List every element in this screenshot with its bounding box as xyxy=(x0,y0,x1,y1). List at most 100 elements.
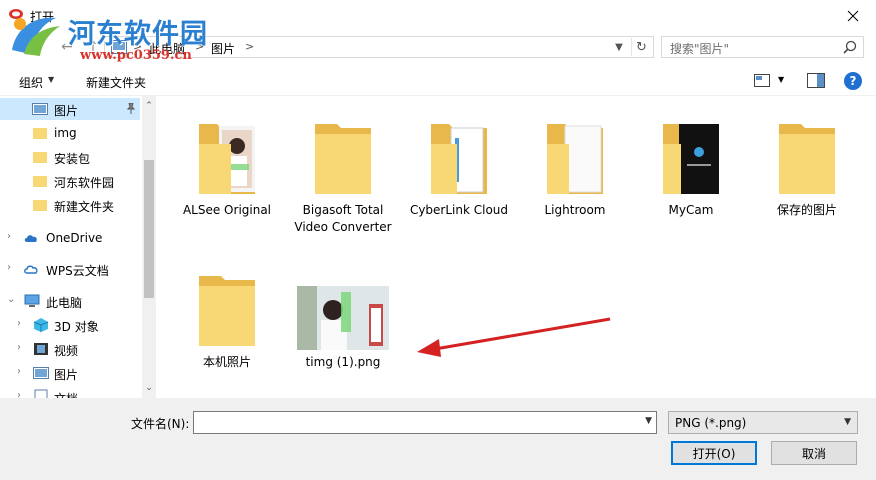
address-bar[interactable]: > 此电脑 > 图片 > ▼ ↻ xyxy=(104,36,654,58)
up-button[interactable]: ↑ xyxy=(84,37,102,57)
file-name: 保存的图片 xyxy=(776,203,837,217)
filetype-select[interactable]: PNG (*.png) ▼ xyxy=(668,411,858,434)
title-bar: 打开 xyxy=(0,0,876,32)
file-list: ALSee Original Bigasoft Total Video Conv… xyxy=(157,96,876,398)
sidebar-item-installers[interactable]: 安装包 xyxy=(0,146,140,168)
address-dropdown-button[interactable]: ▼ xyxy=(611,39,627,55)
breadcrumb-separator: > xyxy=(133,40,143,53)
open-button[interactable]: 打开(O) xyxy=(671,441,757,465)
search-icon xyxy=(843,40,857,54)
chevron-right-icon[interactable]: › xyxy=(17,318,21,329)
folder-icon xyxy=(33,152,47,163)
sidebar-item-onedrive[interactable]: › OneDrive xyxy=(0,227,140,249)
file-name: MyCam xyxy=(668,203,714,217)
sidebar-item-label: 新建文件夹 xyxy=(54,200,115,214)
view-caret-icon[interactable]: ▼ xyxy=(778,75,784,84)
chevron-right-icon[interactable]: › xyxy=(17,342,21,353)
breadcrumb-pictures[interactable]: 图片 xyxy=(211,40,235,57)
file-name: timg (1).png xyxy=(305,355,381,369)
preview-pane-icon[interactable] xyxy=(807,73,825,88)
chevron-right-icon[interactable]: › xyxy=(7,262,11,273)
breadcrumb-separator: > xyxy=(195,40,205,53)
folder-icon xyxy=(33,176,47,187)
scroll-thumb[interactable] xyxy=(144,160,154,298)
refresh-icon: ↻ xyxy=(636,39,647,55)
help-button[interactable]: ? xyxy=(844,72,862,90)
help-icon: ? xyxy=(849,74,857,88)
scroll-up-button[interactable]: ⌃ xyxy=(142,99,156,113)
documents-icon xyxy=(34,389,48,398)
sidebar-item-label: 图片 xyxy=(54,104,79,118)
sidebar-item-label: 河东软件园 xyxy=(54,176,115,190)
sidebar-item-3d-objects[interactable]: › 3D 对象 xyxy=(0,314,140,336)
computer-icon xyxy=(24,294,40,307)
breadcrumb-separator: > xyxy=(245,40,255,53)
cancel-button[interactable]: 取消 xyxy=(771,441,857,465)
chevron-right-icon[interactable]: › xyxy=(7,231,11,242)
image-thumbnail-icon xyxy=(297,286,389,350)
chevron-down-icon: ▼ xyxy=(844,417,851,427)
sidebar-item-label: WPS云文档 xyxy=(46,264,109,278)
pictures-icon xyxy=(111,40,127,54)
nav-scrollbar[interactable]: ⌃ ⌄ xyxy=(142,96,156,398)
folder-icon xyxy=(315,124,371,194)
sidebar-item-pictures-quick[interactable]: 图片 xyxy=(0,98,140,120)
new-folder-button[interactable]: 新建文件夹 xyxy=(86,74,146,91)
chevron-down-icon: ⌄ xyxy=(145,383,153,393)
pictures-icon xyxy=(32,103,48,115)
file-name: Bigasoft Total Video Converter xyxy=(294,203,392,234)
wps-cloud-icon xyxy=(24,265,38,274)
close-button[interactable] xyxy=(830,0,876,31)
folder-icon xyxy=(431,124,487,194)
chevron-down-icon[interactable]: ▼ xyxy=(645,416,652,426)
sidebar-item-hedong[interactable]: 河东软件园 xyxy=(0,170,140,192)
file-name: CyberLink Cloud xyxy=(409,203,509,217)
sidebar-item-label: img xyxy=(54,126,77,140)
folder-icon xyxy=(547,124,603,194)
sidebar-item-this-pc[interactable]: ⌄ 此电脑 xyxy=(0,290,140,312)
back-button[interactable]: ← xyxy=(58,37,76,57)
video-icon xyxy=(34,343,48,355)
sidebar-item-label: 文档 xyxy=(54,390,78,398)
breadcrumb-this-pc[interactable]: 此电脑 xyxy=(149,40,185,57)
pin-icon[interactable] xyxy=(126,103,136,114)
pictures-icon xyxy=(33,367,49,379)
folder-icon xyxy=(663,124,719,194)
up-arrow-icon: ↑ xyxy=(87,39,99,55)
caret-down-icon: ▼ xyxy=(48,75,55,84)
sidebar-item-label: 图片 xyxy=(54,368,79,382)
folder-icon xyxy=(199,276,255,346)
chevron-up-icon: ⌃ xyxy=(145,101,153,111)
cloud-icon xyxy=(24,235,37,242)
sidebar-item-label: 3D 对象 xyxy=(54,320,99,334)
window-title: 打开 xyxy=(30,10,55,24)
chevron-right-icon[interactable]: › xyxy=(17,366,21,377)
chevron-right-icon[interactable]: › xyxy=(17,390,21,398)
file-name: 本机照片 xyxy=(202,355,251,369)
sidebar-item-videos[interactable]: › 视频 xyxy=(0,338,140,360)
folder-icon xyxy=(779,124,835,194)
sidebar-item-pictures[interactable]: › 图片 xyxy=(0,362,140,384)
sidebar-item-img[interactable]: img xyxy=(0,122,140,144)
sidebar-item-new-folder[interactable]: 新建文件夹 xyxy=(0,194,140,216)
sidebar-item-wps-cloud[interactable]: › WPS云文档 xyxy=(0,258,140,280)
back-arrow-icon: ← xyxy=(61,39,73,55)
folder-icon xyxy=(33,200,47,211)
search-input[interactable]: 搜索"图片" xyxy=(661,36,864,58)
filename-input[interactable]: ▼ xyxy=(193,411,657,434)
sidebar-item-label: 视频 xyxy=(54,344,79,358)
app-icon xyxy=(9,9,23,19)
sidebar-item-documents[interactable]: › 文档 xyxy=(0,386,140,398)
refresh-button[interactable]: ↻ xyxy=(631,38,651,56)
chevron-down-icon[interactable]: ⌄ xyxy=(7,294,15,305)
file-name: Lightroom xyxy=(544,203,606,217)
scroll-down-button[interactable]: ⌄ xyxy=(142,381,156,395)
search-placeholder: 搜索"图片" xyxy=(670,42,730,56)
filename-label: 文件名(N): xyxy=(131,417,190,431)
sidebar-item-label: 安装包 xyxy=(54,152,91,166)
folder-icon xyxy=(199,124,255,194)
navigation-pane: 图片 img 安装包 河东软件园 新建文件夹 › OneDrive › WPS云… xyxy=(0,96,157,398)
view-options-icon[interactable] xyxy=(754,74,770,87)
organize-button[interactable]: 组织 xyxy=(19,74,43,91)
close-icon xyxy=(847,10,859,21)
